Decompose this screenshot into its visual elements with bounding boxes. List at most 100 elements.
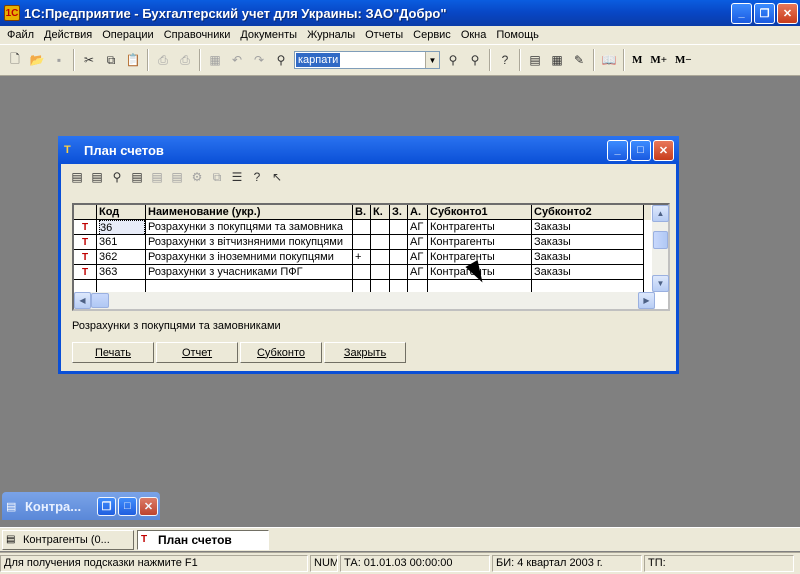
find-binoculars-icon[interactable]: ⚲: [270, 49, 292, 71]
cell-name[interactable]: Розрахунки з покупцями та замовника: [146, 220, 353, 235]
cell-a[interactable]: АГ: [408, 220, 428, 235]
cell-a[interactable]: АГ: [408, 235, 428, 250]
help-icon[interactable]: ?: [247, 166, 267, 188]
print-preview-icon[interactable]: ⎙: [174, 49, 196, 71]
help-icon[interactable]: ?: [494, 49, 516, 71]
subconto-button[interactable]: Субконто: [240, 342, 322, 363]
menu-references[interactable]: Справочники: [159, 29, 236, 41]
copy-icon[interactable]: ⧉: [100, 49, 122, 71]
chevron-down-icon[interactable]: ▼: [425, 52, 439, 68]
undo-icon[interactable]: ↶: [226, 49, 248, 71]
hscroll-thumb[interactable]: [91, 293, 109, 308]
menu-operations[interactable]: Операции: [97, 29, 158, 41]
table-row[interactable]: Т 361 Розрахунки з вітчизняними покупцям…: [74, 235, 668, 250]
minimize-button[interactable]: _: [607, 139, 628, 161]
cell-subconto1[interactable]: Контрагенты: [428, 235, 532, 250]
cell-k[interactable]: [371, 235, 390, 250]
cell-code[interactable]: 363: [97, 265, 146, 280]
scroll-up-icon[interactable]: ▲: [652, 205, 669, 222]
cell-a[interactable]: АГ: [408, 265, 428, 280]
cell-subconto2[interactable]: Заказы: [532, 235, 644, 250]
find-prev-icon[interactable]: ⚲: [464, 49, 486, 71]
cell-k[interactable]: [371, 250, 390, 265]
memory-m-button[interactable]: M: [628, 54, 646, 66]
close-button[interactable]: ✕: [139, 496, 158, 516]
cell-subconto2[interactable]: Заказы: [532, 265, 644, 280]
table-row[interactable]: Т 363 Розрахунки з учасниками ПФГ АГ Кон…: [74, 265, 668, 280]
cell-a[interactable]: АГ: [408, 250, 428, 265]
mark-row-icon[interactable]: ▤: [167, 166, 187, 188]
menu-actions[interactable]: Действия: [39, 29, 97, 41]
print-icon[interactable]: ⎙: [152, 49, 174, 71]
col-header-v[interactable]: В.: [353, 205, 371, 220]
taskbar-item-contragents[interactable]: ▤ Контрагенты (0...: [2, 529, 134, 550]
menu-documents[interactable]: Документы: [235, 29, 302, 41]
cell-v[interactable]: [353, 235, 371, 250]
accounts-table[interactable]: Код Наименование (укр.) В. К. З. А. Субк…: [72, 203, 670, 311]
maximize-button[interactable]: □: [118, 496, 137, 516]
duplicate-icon[interactable]: ⧉: [207, 166, 227, 188]
menu-reports[interactable]: Отчеты: [360, 29, 408, 41]
filter-icon[interactable]: ⚙: [187, 166, 207, 188]
cell-v[interactable]: +: [353, 250, 371, 265]
cell-k[interactable]: [371, 220, 390, 235]
cell-z[interactable]: [390, 235, 408, 250]
table-row[interactable]: Т 362 Розрахунки з іноземними покупцями …: [74, 250, 668, 265]
edit-text-icon[interactable]: ✎: [568, 49, 590, 71]
scroll-down-icon[interactable]: ▼: [652, 275, 669, 292]
col-header-z[interactable]: З.: [390, 205, 408, 220]
memory-m-minus-button[interactable]: M−: [671, 54, 696, 66]
context-help-icon[interactable]: ↖: [267, 166, 287, 188]
search-input[interactable]: карпати: [296, 53, 341, 67]
taskbar-item-chart-of-accounts[interactable]: Т План счетов: [137, 529, 269, 550]
cell-v[interactable]: [353, 220, 371, 235]
add-row-icon[interactable]: ▤: [67, 166, 87, 188]
scroll-left-icon[interactable]: ◀: [74, 292, 91, 309]
cell-code[interactable]: 36: [97, 220, 146, 235]
cell-code[interactable]: 361: [97, 235, 146, 250]
menu-file[interactable]: Файл: [2, 29, 39, 41]
search-combobox[interactable]: карпати ▼: [294, 51, 440, 69]
search-icon[interactable]: ⚲: [107, 166, 127, 188]
col-header-k[interactable]: К.: [371, 205, 390, 220]
col-header-subconto2[interactable]: Субконто2: [532, 205, 644, 220]
cell-z[interactable]: [390, 265, 408, 280]
cell-code[interactable]: 362: [97, 250, 146, 265]
menu-help[interactable]: Помощь: [491, 29, 544, 41]
open-folder-icon[interactable]: 📂: [26, 49, 48, 71]
scroll-thumb[interactable]: [653, 231, 668, 249]
restore-button[interactable]: ❐: [97, 496, 116, 516]
cell-z[interactable]: [390, 220, 408, 235]
redo-icon[interactable]: ↷: [248, 49, 270, 71]
restore-button[interactable]: ❐: [754, 2, 775, 24]
col-header-code[interactable]: Код: [97, 205, 146, 220]
edit-row-icon[interactable]: ▤: [87, 166, 107, 188]
close-button[interactable]: ✕: [777, 2, 798, 24]
cell-k[interactable]: [371, 265, 390, 280]
maximize-button[interactable]: □: [630, 139, 651, 161]
minimized-window-contragents[interactable]: ▤ Контра... ❐ □ ✕: [2, 492, 160, 520]
vertical-scrollbar[interactable]: ▲ ▼: [651, 205, 669, 292]
menu-journals[interactable]: Журналы: [302, 29, 360, 41]
cell-subconto1[interactable]: Контрагенты: [428, 220, 532, 235]
col-header-name[interactable]: Наименование (укр.): [146, 205, 353, 220]
paste-icon[interactable]: 📋: [122, 49, 144, 71]
delete-row-icon[interactable]: ▤: [147, 166, 167, 188]
report-button[interactable]: Отчет: [156, 342, 238, 363]
minimize-button[interactable]: _: [731, 2, 752, 24]
new-document-icon[interactable]: 🗋: [4, 49, 26, 71]
properties-icon[interactable]: ▦: [204, 49, 226, 71]
hierarchy-icon[interactable]: ☰: [227, 166, 247, 188]
horizontal-scrollbar[interactable]: ◀ ▶: [74, 292, 655, 309]
cell-subconto2[interactable]: Заказы: [532, 250, 644, 265]
cell-name[interactable]: Розрахунки з іноземними покупцями: [146, 250, 353, 265]
cell-z[interactable]: [390, 250, 408, 265]
calculator-icon[interactable]: ▤: [524, 49, 546, 71]
menu-service[interactable]: Сервис: [408, 29, 456, 41]
cut-icon[interactable]: ✂: [78, 49, 100, 71]
close-button[interactable]: ✕: [653, 139, 674, 161]
cell-v[interactable]: [353, 265, 371, 280]
close-window-button[interactable]: Закрыть: [324, 342, 406, 363]
print-button[interactable]: Печать: [72, 342, 154, 363]
book-icon[interactable]: 📖: [598, 49, 620, 71]
